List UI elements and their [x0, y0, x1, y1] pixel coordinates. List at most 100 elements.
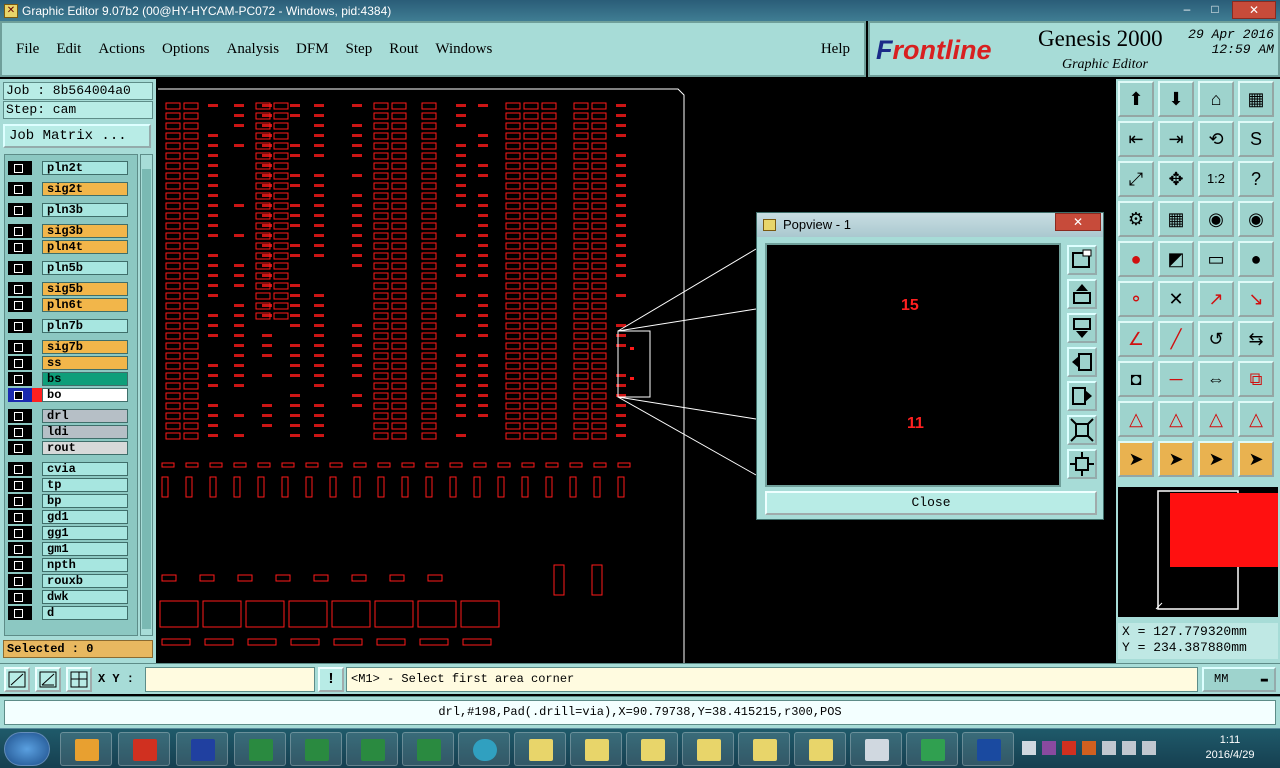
- taskbar-excel-3[interactable]: [346, 732, 398, 766]
- tray-x-icon[interactable]: [1042, 741, 1056, 755]
- polygon-split-icon[interactable]: △: [1238, 401, 1274, 437]
- tray-red-icon[interactable]: [1062, 741, 1076, 755]
- surface-icon[interactable]: ◘: [1118, 361, 1154, 397]
- taskbar-genesis-5[interactable]: [738, 732, 790, 766]
- layer-name[interactable]: ldi: [42, 425, 128, 439]
- layer-row[interactable]: pln4t: [8, 240, 128, 254]
- layer-checkbox[interactable]: [8, 261, 32, 275]
- layer-row[interactable]: d: [8, 606, 128, 620]
- select-path-icon[interactable]: ➤: [1238, 441, 1274, 477]
- layer-row[interactable]: bo: [8, 388, 128, 402]
- popview-zoom-fit-button[interactable]: [1067, 245, 1097, 275]
- layer-export-icon[interactable]: ⇥: [1158, 121, 1194, 157]
- layer-row[interactable]: sig5b: [8, 282, 128, 296]
- layer-row[interactable]: rout: [8, 441, 128, 455]
- polygon-hollow-icon[interactable]: △: [1198, 401, 1234, 437]
- popview-close-x-button[interactable]: ✕: [1055, 213, 1101, 231]
- layer-checkbox[interactable]: [8, 340, 32, 354]
- merge-icon[interactable]: ⧉: [1238, 361, 1274, 397]
- grid-icon[interactable]: ▦: [1158, 201, 1194, 237]
- snap-corner-button[interactable]: [4, 667, 30, 692]
- layer-row[interactable]: bs: [8, 372, 128, 386]
- layer-checkbox[interactable]: [8, 558, 32, 572]
- step-icon[interactable]: S: [1238, 121, 1274, 157]
- popview-pan-left-button[interactable]: [1067, 347, 1097, 377]
- select-touch-icon[interactable]: ➤: [1198, 441, 1234, 477]
- popview-canvas[interactable]: 15 11: [765, 243, 1061, 487]
- popview-pan-right-button[interactable]: [1067, 381, 1097, 411]
- layer-name[interactable]: pln3b: [42, 203, 128, 217]
- layer-row[interactable]: pln2t: [8, 161, 128, 175]
- scale-icon[interactable]: 1:2: [1198, 161, 1234, 197]
- select-box-icon[interactable]: ➤: [1158, 441, 1194, 477]
- menu-rout[interactable]: Rout: [389, 41, 418, 58]
- layer-name[interactable]: pln6t: [42, 298, 128, 312]
- taskbar-genesis-4[interactable]: [682, 732, 734, 766]
- save-job-icon[interactable]: ⬇: [1158, 81, 1194, 117]
- layer-row[interactable]: gg1: [8, 526, 128, 540]
- layer-row[interactable]: pln5b: [8, 261, 128, 275]
- layer-checkbox[interactable]: [8, 462, 32, 476]
- layer-checkbox[interactable]: [8, 203, 32, 217]
- close-button[interactable]: ✕: [1232, 1, 1276, 19]
- tray-flag-icon[interactable]: [1142, 741, 1156, 755]
- line-draw-icon[interactable]: ╱: [1158, 321, 1194, 357]
- layer-checkbox[interactable]: [8, 356, 32, 370]
- overview-map[interactable]: [1118, 487, 1278, 617]
- layer-name[interactable]: sig7b: [42, 340, 128, 354]
- split-icon[interactable]: ─: [1158, 361, 1194, 397]
- taskbar-app-shell[interactable]: [60, 732, 112, 766]
- layer-name[interactable]: gm1: [42, 542, 128, 556]
- tray-volume-icon[interactable]: [1122, 741, 1136, 755]
- menu-options[interactable]: Options: [162, 41, 210, 58]
- layer-checkbox[interactable]: [8, 319, 32, 333]
- ruler-icon[interactable]: ▭: [1198, 241, 1234, 277]
- resize-icon[interactable]: ⇔: [1198, 361, 1234, 397]
- layer-checkbox[interactable]: [8, 478, 32, 492]
- taskbar-genesis-2[interactable]: [570, 732, 622, 766]
- layer-name[interactable]: d: [42, 606, 128, 620]
- board-view-icon[interactable]: ▦: [1238, 81, 1274, 117]
- layer-checkbox[interactable]: [8, 409, 32, 423]
- layer-checkbox[interactable]: [8, 282, 32, 296]
- popview-close-button[interactable]: Close: [765, 491, 1097, 515]
- layer-checkbox[interactable]: [8, 425, 32, 439]
- layer-row[interactable]: sig3b: [8, 224, 128, 238]
- layer-name[interactable]: rout: [42, 441, 128, 455]
- taskbar-genesis-3[interactable]: [626, 732, 678, 766]
- layer-row[interactable]: pln3b: [8, 203, 128, 217]
- layer-checkbox[interactable]: [8, 298, 32, 312]
- add-pad-icon[interactable]: ●: [1118, 241, 1154, 277]
- layer-row[interactable]: cvia: [8, 462, 128, 476]
- taskbar-app-fp[interactable]: [906, 732, 958, 766]
- layer-row[interactable]: pln7b: [8, 319, 128, 333]
- taskbar-clock[interactable]: 1:11 2016/4/29: [1188, 733, 1272, 763]
- layer-row[interactable]: gm1: [8, 542, 128, 556]
- snap-angle-button[interactable]: [35, 667, 61, 692]
- connect-icon[interactable]: ⚬: [1118, 281, 1154, 317]
- layer-name[interactable]: sig2t: [42, 182, 128, 196]
- layer-checkbox[interactable]: [8, 388, 32, 402]
- warning-button[interactable]: !: [318, 667, 344, 692]
- menu-analysis[interactable]: Analysis: [227, 41, 280, 58]
- popview-pan-down-button[interactable]: [1067, 313, 1097, 343]
- snap-drill-icon[interactable]: ◉: [1238, 201, 1274, 237]
- layer-row[interactable]: bp: [8, 494, 128, 508]
- home-icon[interactable]: ⌂: [1198, 81, 1234, 117]
- tray-network-icon[interactable]: [1102, 741, 1116, 755]
- layer-name[interactable]: cvia: [42, 462, 128, 476]
- layer-checkbox[interactable]: [8, 574, 32, 588]
- measure-icon[interactable]: ◩: [1158, 241, 1194, 277]
- tray-triangle-icon[interactable]: [1082, 741, 1096, 755]
- layer-checkbox[interactable]: [8, 240, 32, 254]
- units-selector[interactable]: MM ▬: [1202, 667, 1276, 692]
- select-icon[interactable]: ➤: [1118, 441, 1154, 477]
- menu-help[interactable]: Help: [821, 41, 850, 58]
- layer-checkbox[interactable]: [8, 441, 32, 455]
- layer-name[interactable]: pln4t: [42, 240, 128, 254]
- open-job-icon[interactable]: ⬆: [1118, 81, 1154, 117]
- taskbar-genesis-6[interactable]: [794, 732, 846, 766]
- taskbar-app-eye[interactable]: [458, 732, 510, 766]
- layer-name[interactable]: drl: [42, 409, 128, 423]
- layer-row[interactable]: ss: [8, 356, 128, 370]
